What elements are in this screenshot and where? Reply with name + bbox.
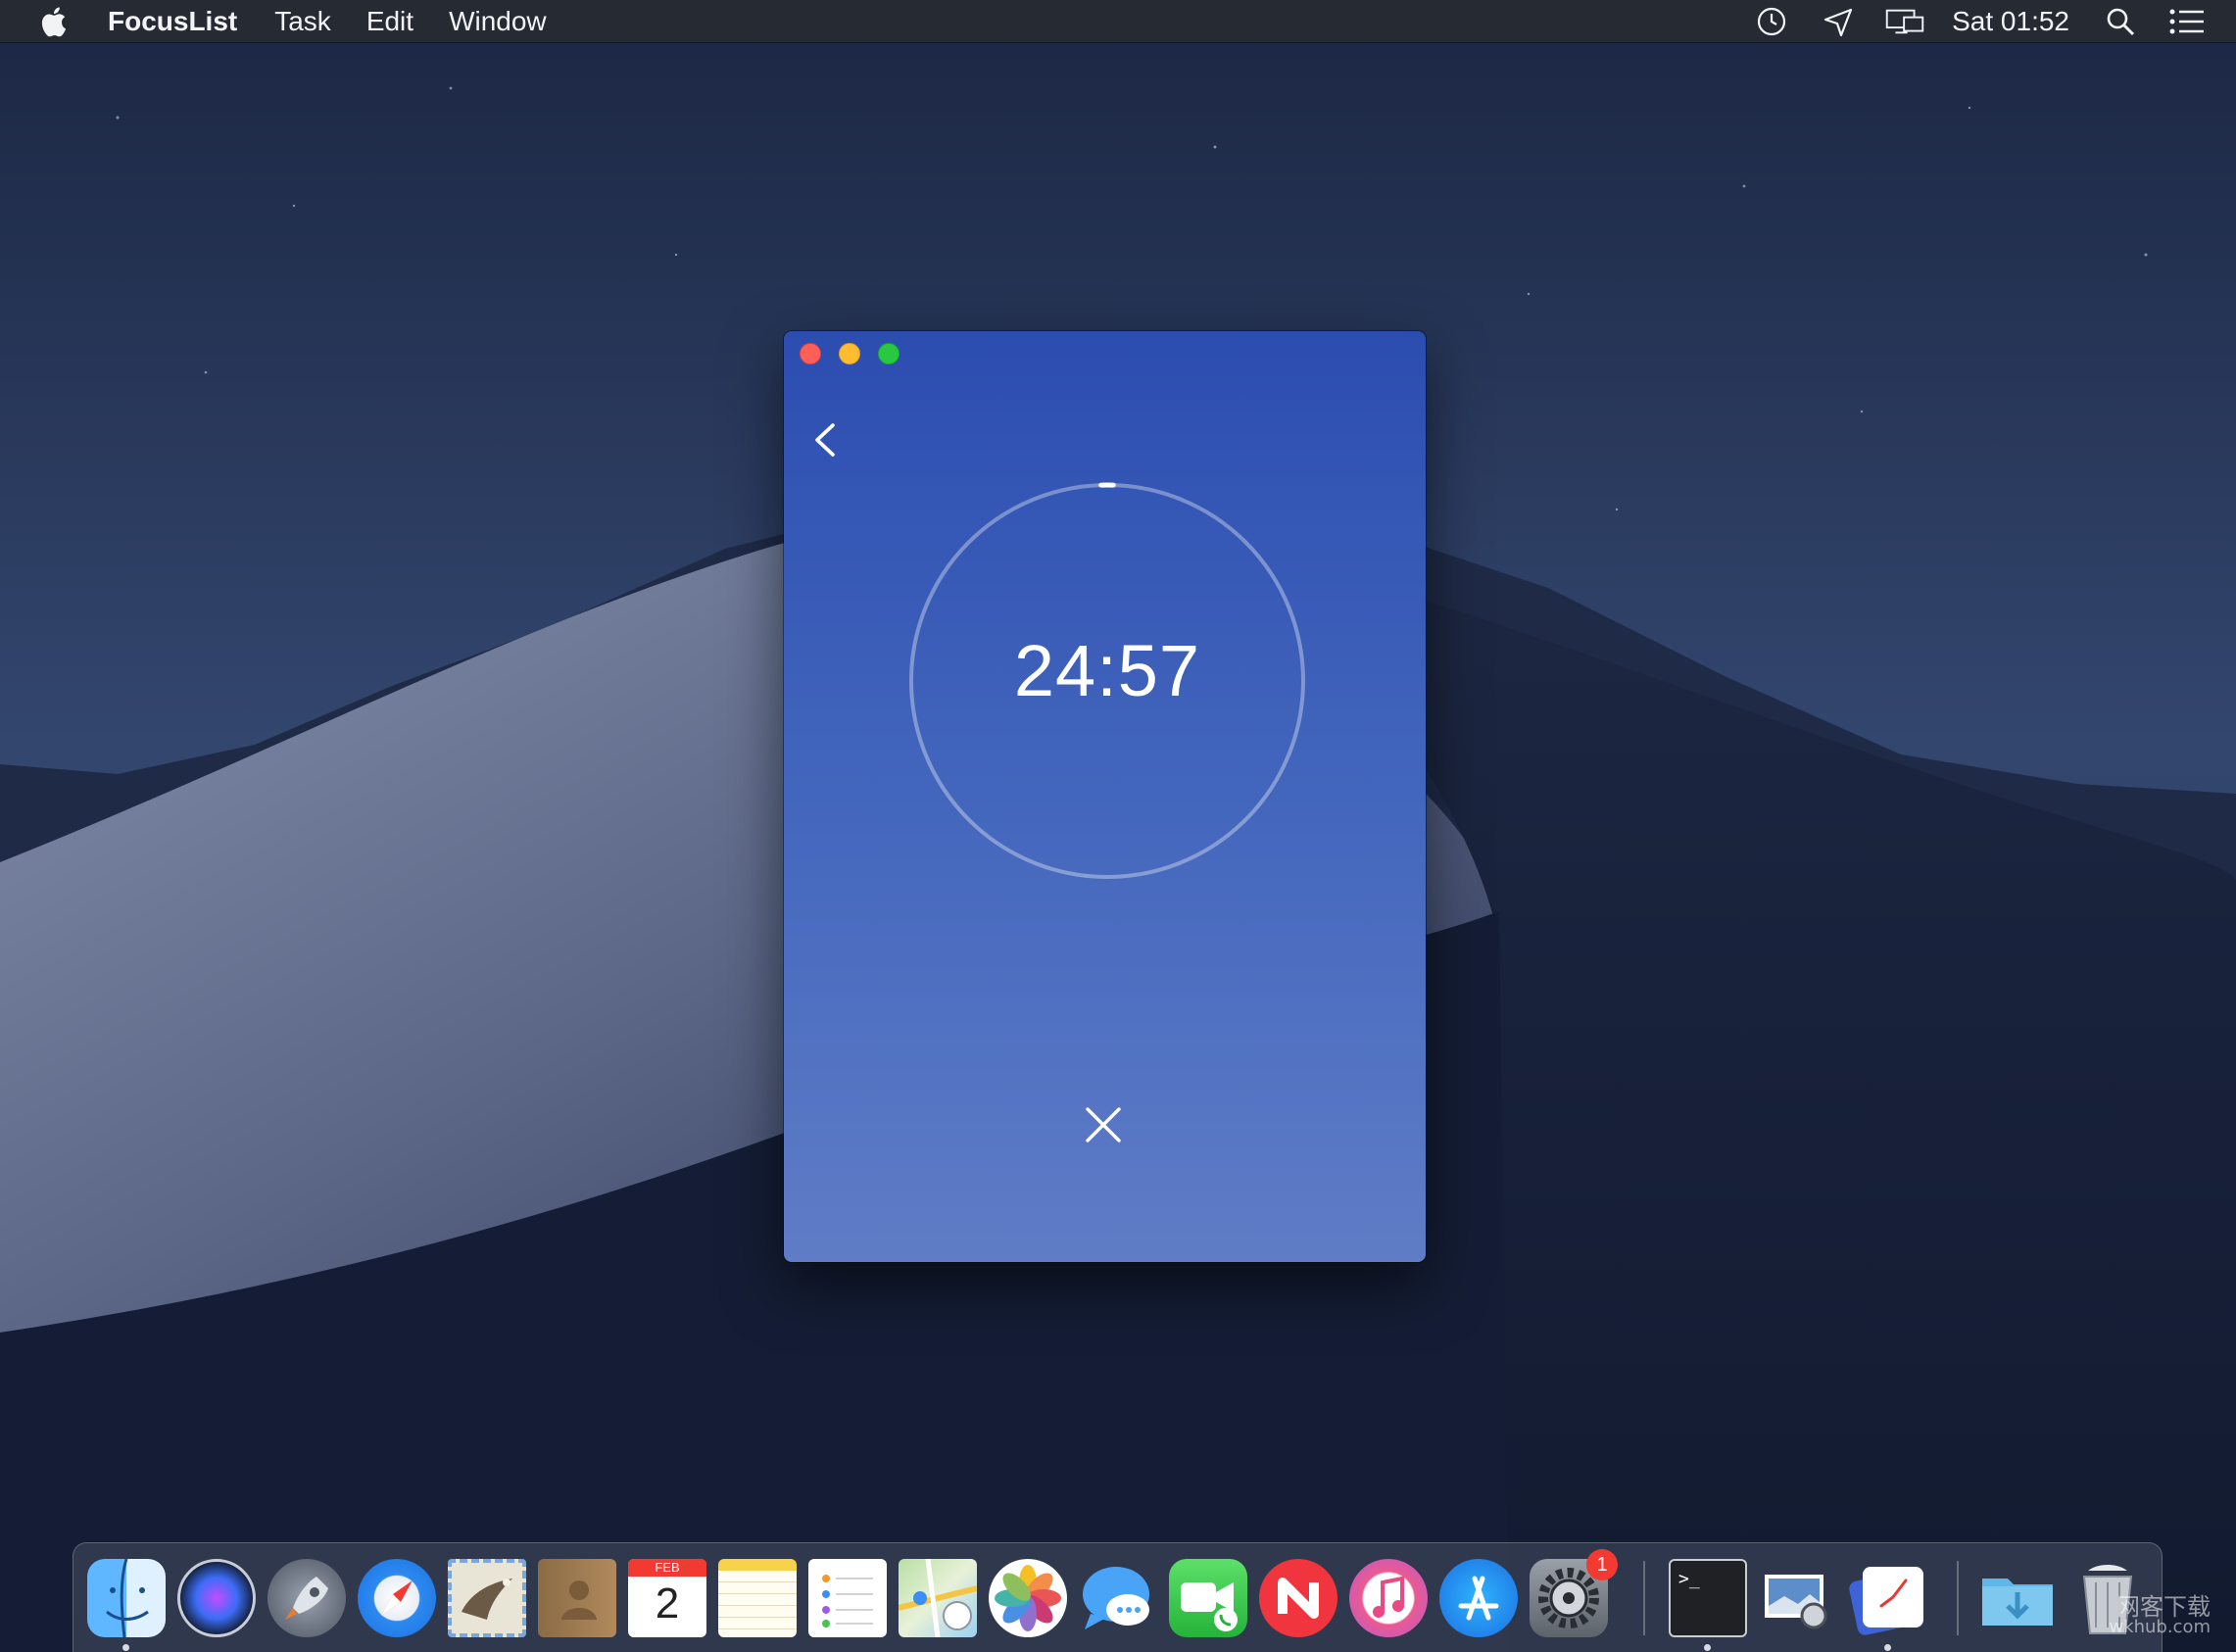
photos-flower-icon [995,1565,1061,1631]
chevron-left-icon[interactable] [805,417,845,462]
running-indicator-finder [122,1644,129,1651]
dock-itunes[interactable] [1349,1559,1428,1637]
menu-window[interactable]: Window [449,6,547,37]
dock-separator [1643,1561,1645,1635]
dock-app-store[interactable] [1439,1559,1518,1637]
dock: FEB 2 1 >_ [73,1542,2163,1652]
time-machine-icon[interactable] [1752,4,1791,39]
dock-safari[interactable] [358,1559,436,1637]
close-x-icon[interactable] [1082,1103,1125,1146]
window-close-button[interactable] [800,343,821,364]
spotlight-search-icon[interactable] [2101,4,2140,39]
map-pin-icon [899,1559,977,1637]
watermark-line-2: wkhub.com [2109,1617,2211,1637]
finder-face-icon [106,1559,149,1637]
dock-siri[interactable] [177,1559,256,1637]
compass-icon [381,1580,413,1616]
calendar-day: 2 [655,1579,680,1628]
dock-contacts[interactable] [538,1559,616,1637]
music-note-icon [1373,1576,1404,1618]
dock-reminders[interactable] [808,1559,887,1637]
dock-mail[interactable] [448,1559,526,1637]
apple-logo-icon[interactable] [39,4,73,39]
location-arrow-icon[interactable] [1819,4,1858,39]
menu-bar: FocusList Task Edit Window Sat 01:52 [0,0,2236,43]
app-store-a-icon [1458,1576,1499,1621]
display-mirroring-icon[interactable] [1885,4,1924,39]
app-menu-focuslist[interactable]: FocusList [108,6,237,37]
running-indicator-focuslist [1884,1644,1891,1651]
video-camera-icon [1181,1582,1238,1631]
dock-finder[interactable] [87,1559,166,1637]
window-zoom-button[interactable] [878,343,899,364]
menu-bar-clock[interactable]: Sat 01:52 [1952,6,2069,37]
watermark: 网客下载 wkhub.com [2109,1595,2211,1636]
checklist-icon [822,1575,873,1628]
dock-terminal[interactable]: >_ [1669,1559,1747,1637]
notification-center-icon[interactable] [2167,4,2207,39]
terminal-prompt: >_ [1678,1569,1700,1589]
dock-focuslist[interactable] [1849,1559,1927,1637]
rocket-icon [285,1577,328,1620]
preview-icon [1765,1575,1827,1629]
focuslist-window: 24:57 [784,331,1426,1262]
news-icon [1278,1578,1319,1619]
notification-badge: 1 [1586,1549,1618,1580]
menu-edit[interactable]: Edit [366,6,413,37]
contact-silhouette-icon [561,1580,597,1620]
dock-downloads-folder[interactable] [1978,1559,2057,1637]
calendar-month: FEB [628,1559,706,1577]
running-indicator-terminal [1704,1644,1711,1651]
dock-calendar[interactable]: FEB 2 [628,1559,706,1637]
menu-task[interactable]: Task [274,6,331,37]
window-minimize-button[interactable] [839,343,860,364]
dock-preview[interactable] [1759,1559,1837,1637]
speech-bubble-icon [1083,1567,1149,1629]
dock-news[interactable] [1259,1559,1337,1637]
focuslist-clock-icon [1849,1567,1923,1635]
dock-notes[interactable] [718,1559,797,1637]
dock-maps[interactable] [899,1559,977,1637]
dock-messages[interactable] [1079,1559,1157,1637]
dock-facetime[interactable] [1169,1559,1247,1637]
dock-launchpad[interactable] [267,1559,346,1637]
downloads-folder-icon [1982,1579,2053,1626]
eagle-stamp-icon [462,1579,512,1620]
timer-countdown: 24:57 [1013,630,1201,711]
dock-separator-right [1957,1561,1959,1635]
watermark-line-1: 网客下载 [2116,1593,2211,1621]
dock-photos[interactable] [989,1559,1067,1637]
